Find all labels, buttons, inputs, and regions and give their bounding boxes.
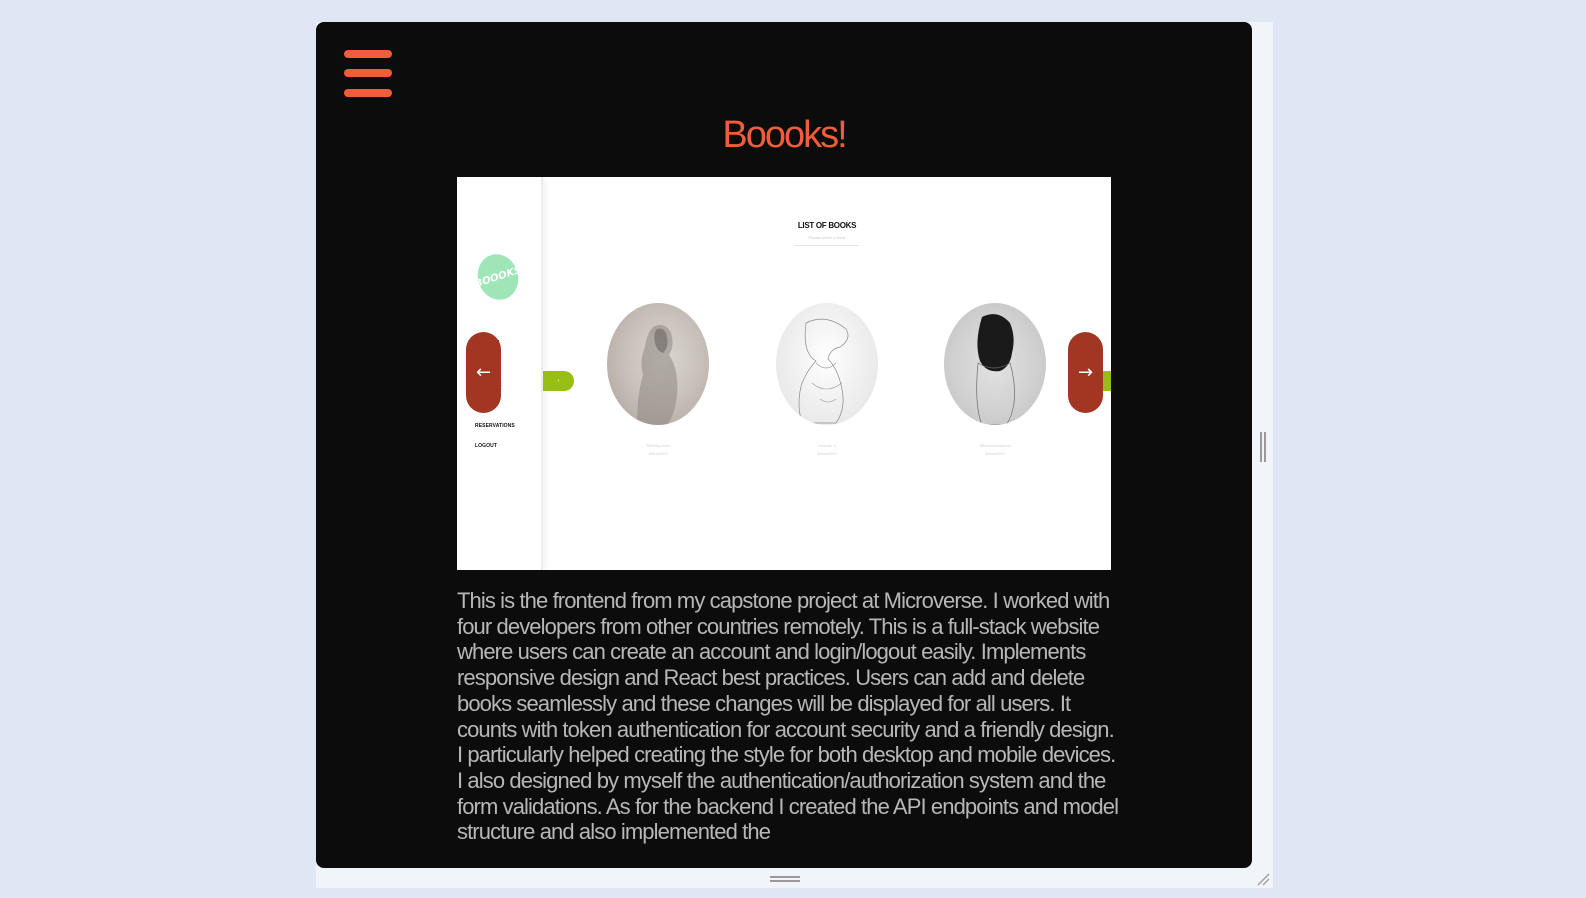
preview-book-caption: Tiffanny book Jmbo/2022 xyxy=(646,443,670,456)
vertical-resize-handle[interactable] xyxy=(1260,432,1266,462)
arrow-right-icon: → xyxy=(1077,362,1094,383)
preview-book-image xyxy=(607,303,709,425)
preview-logo: BOOOKS xyxy=(471,248,525,306)
preview-subheading: Please select a book xyxy=(795,235,859,246)
preview-green-tab-left: ‹ xyxy=(543,371,574,391)
preview-book-image xyxy=(944,303,1046,425)
preview-nav-logout: LOGOUT xyxy=(475,443,497,449)
project-description: This is the frontend from my capstone pr… xyxy=(457,588,1119,845)
preview-nav-reservations: RESERVATIONS xyxy=(475,423,515,429)
preview-book-image xyxy=(776,303,878,425)
project-screenshot: BOOOKS I K RESERVATIONS LOGOUT ‹ LIST OF… xyxy=(457,177,1111,570)
hamburger-menu-icon[interactable] xyxy=(344,50,392,98)
carousel-next-button[interactable]: → xyxy=(1068,332,1103,413)
project-modal: Boooks! BOOOKS I K RESERVATIONS LOGOUT ‹… xyxy=(316,22,1252,868)
preview-green-tab-right xyxy=(1103,371,1111,391)
preview-book-caption: Tiffannnnnnnnnnn Jmbo/2022 xyxy=(978,443,1012,456)
preview-heading: LIST OF BOOKS xyxy=(797,221,857,230)
arrow-left-icon: ← xyxy=(475,362,492,383)
corner-resize-icon[interactable] xyxy=(1256,872,1270,886)
horizontal-resize-handle[interactable] xyxy=(770,876,800,882)
project-title: Boooks! xyxy=(722,114,847,156)
carousel-prev-button[interactable]: ← xyxy=(466,332,501,413)
preview-book-caption: Wonder 3 Jmbo/2022 xyxy=(817,443,837,456)
